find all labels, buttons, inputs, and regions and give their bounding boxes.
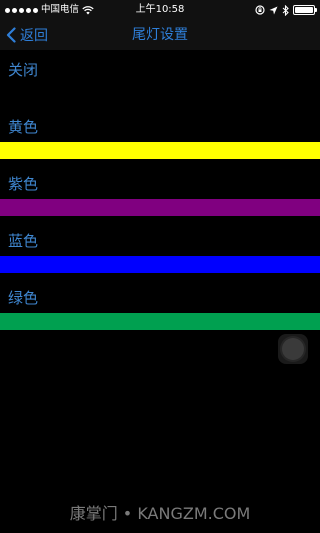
watermark: 康掌门 • KANGZM.COM: [69, 504, 251, 523]
option-yellow-label[interactable]: 黄色: [8, 116, 38, 137]
status-bar-right: [255, 4, 317, 16]
option-yellow-bar[interactable]: [0, 142, 320, 159]
rotation-lock-icon: [255, 5, 265, 15]
option-purple-bar[interactable]: [0, 199, 320, 216]
option-purple-label[interactable]: 紫色: [8, 173, 38, 194]
page-title: 尾灯设置: [132, 27, 188, 43]
option-blue-label[interactable]: 蓝色: [8, 230, 38, 251]
status-bar: 中国电信 上午10:58: [0, 0, 320, 20]
option-green-label[interactable]: 绿色: [8, 287, 38, 308]
option-green-bar[interactable]: [0, 313, 320, 330]
option-off[interactable]: 关闭: [8, 59, 38, 80]
battery-icon: [293, 5, 317, 15]
option-blue-bar[interactable]: [0, 256, 320, 273]
assistive-touch-button[interactable]: [278, 334, 308, 364]
navigation-bar: 返回 尾灯设置: [0, 20, 320, 50]
location-icon: [269, 6, 278, 14]
bluetooth-icon: [282, 4, 289, 16]
assistive-touch-icon: [282, 338, 304, 360]
